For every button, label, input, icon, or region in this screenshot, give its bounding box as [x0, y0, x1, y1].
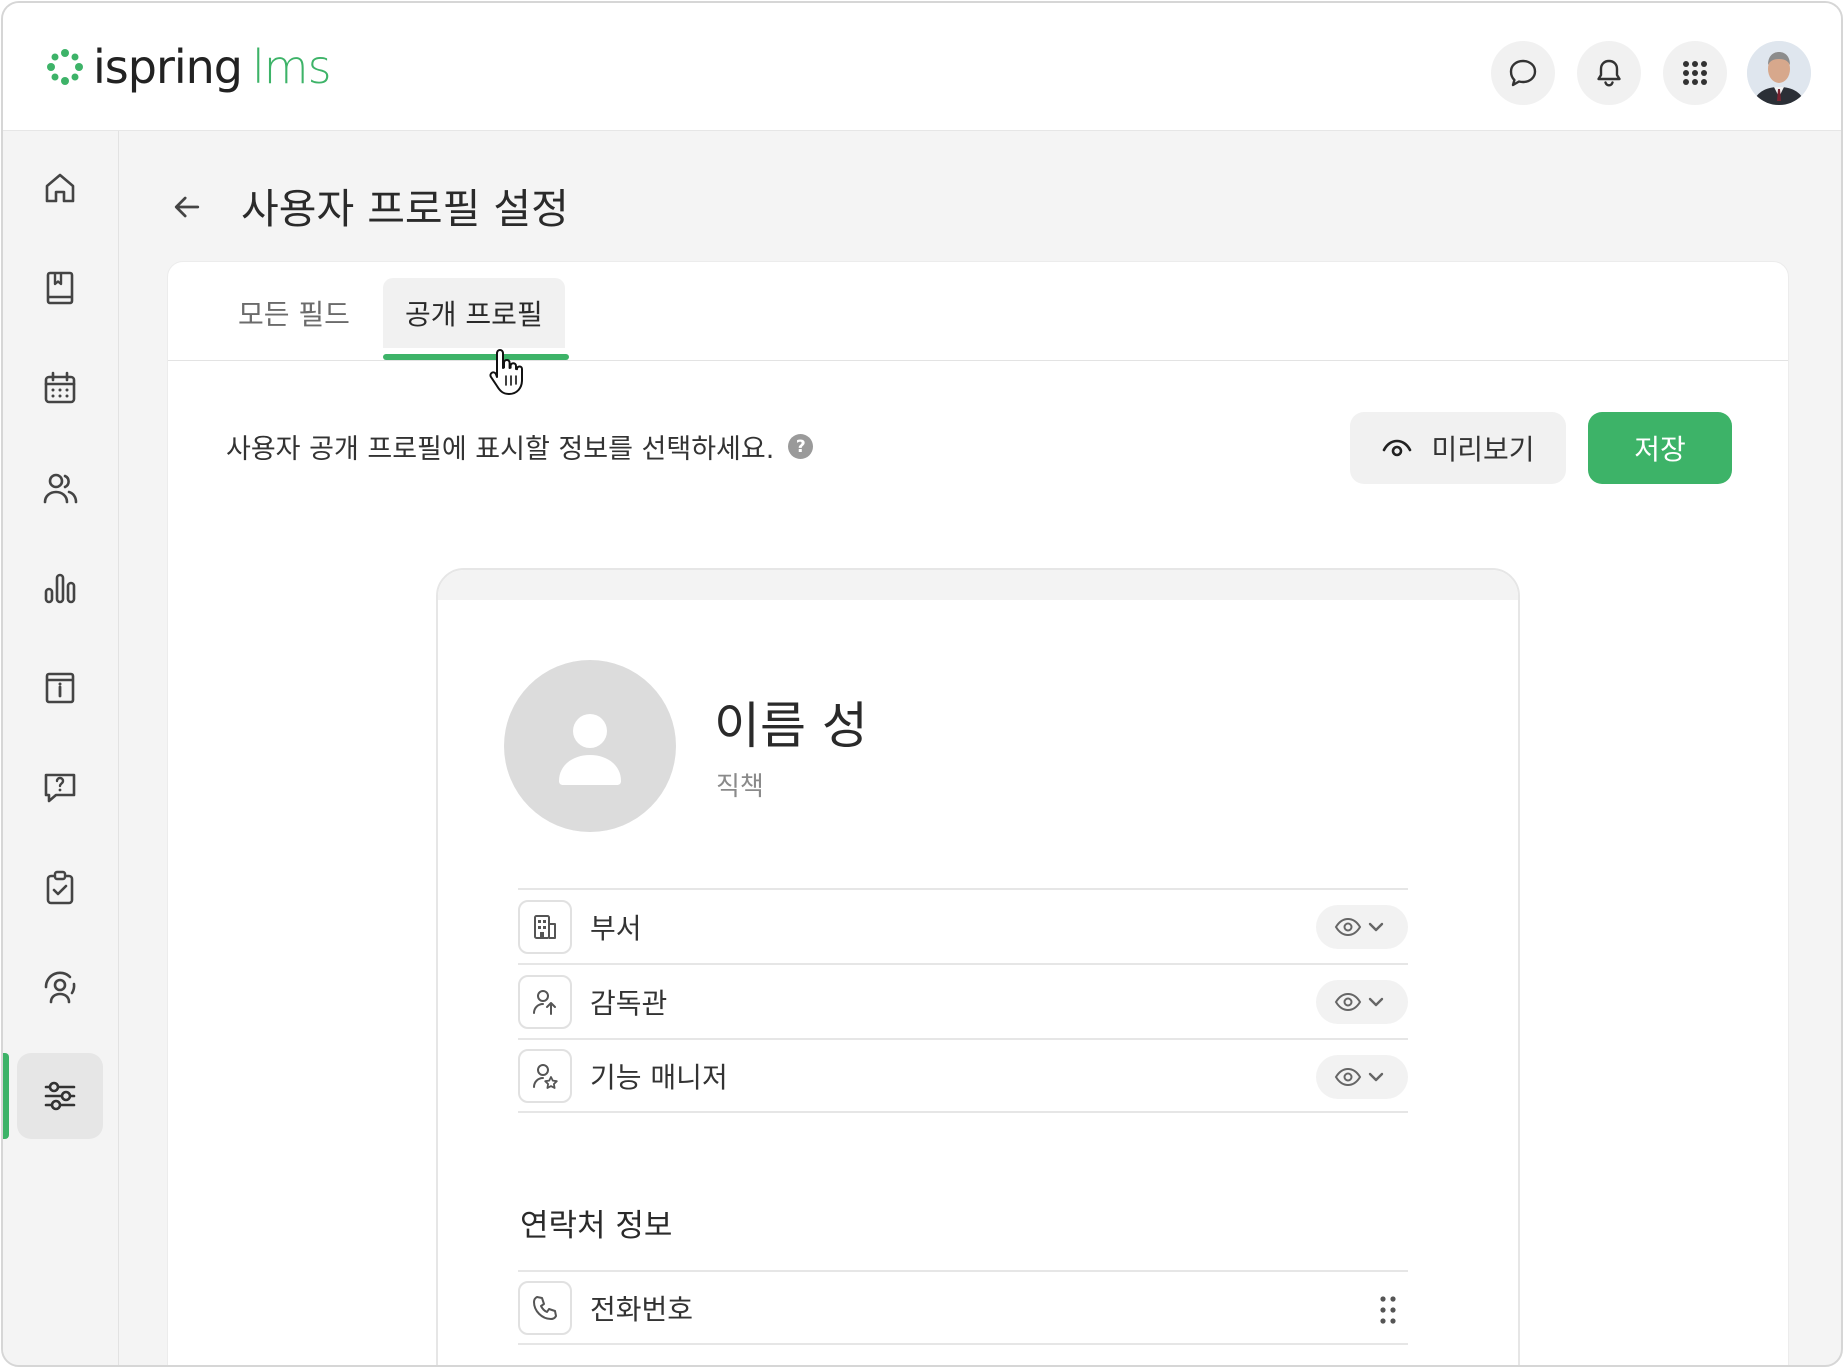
- hand-cursor-icon: [489, 349, 523, 395]
- chevron-down-icon: [1368, 997, 1384, 1007]
- user-cycle-icon: [39, 967, 81, 1004]
- tab-all-fields[interactable]: 모든 필드: [216, 278, 372, 348]
- eye-icon: [1383, 439, 1412, 457]
- sidebar-item-assignments[interactable]: [17, 845, 103, 931]
- field-label: 부서: [590, 911, 642, 945]
- notifications-button[interactable]: [1577, 41, 1641, 105]
- logo[interactable]: ispring lms: [45, 40, 332, 94]
- profile-name: 이름 성: [714, 697, 868, 755]
- eye-icon: [1334, 992, 1362, 1012]
- calendar-icon: [44, 371, 76, 404]
- apps-button[interactable]: [1663, 41, 1727, 105]
- field-icon-box: [518, 974, 572, 1029]
- sidebar-item-reports[interactable]: [17, 545, 103, 631]
- drag-handle-icon[interactable]: [1378, 1294, 1398, 1326]
- visibility-dropdown[interactable]: [1316, 1055, 1408, 1099]
- manager-star-icon: [533, 1063, 558, 1089]
- book-icon: [46, 271, 74, 305]
- eye-icon: [1334, 1067, 1362, 1087]
- field-icon-box: [518, 1048, 572, 1103]
- profile-avatar: [504, 660, 676, 832]
- contact-section-title: 연락처 정보: [520, 1208, 673, 1244]
- clipboard-check-icon: [46, 870, 74, 905]
- brand-name: ispring: [93, 40, 243, 94]
- preview-header-strip: [438, 570, 1518, 600]
- visibility-dropdown[interactable]: [1316, 905, 1408, 949]
- sidebar-item-settings[interactable]: [17, 1053, 103, 1139]
- sidebar-item-courses[interactable]: [17, 245, 103, 331]
- settings-card: 모든 필드 공개 프로필 사용자 공개 프로필에 표시할 정보를 선택하세요. …: [167, 261, 1789, 1365]
- chevron-down-icon: [1368, 922, 1384, 932]
- top-header: ispring lms: [3, 3, 1841, 131]
- user-avatar[interactable]: [1747, 41, 1811, 105]
- sidebar-item-people[interactable]: [17, 945, 103, 1031]
- sidebar-item-users[interactable]: [17, 445, 103, 531]
- sidebar-item-qa[interactable]: [17, 745, 103, 831]
- active-tab-underline: [383, 354, 569, 360]
- building-icon: [534, 914, 556, 939]
- page-title: 사용자 프로필 설정: [241, 185, 569, 233]
- field-row-supervisor[interactable]: 감독관: [518, 963, 1408, 1038]
- back-button[interactable]: [163, 183, 211, 231]
- description-text: 사용자 공개 프로필에 표시할 정보를 선택하세요.: [226, 434, 775, 465]
- home-icon: [45, 173, 75, 203]
- arrow-left-icon: [174, 196, 200, 218]
- field-icon-box: [518, 1280, 572, 1335]
- field-label: 감독관: [590, 986, 668, 1020]
- field-label: 기능 매니저: [590, 1060, 728, 1094]
- tab-bar: 모든 필드 공개 프로필: [168, 262, 1788, 395]
- sliders-icon: [44, 1081, 76, 1111]
- field-row-department[interactable]: 부서: [518, 888, 1408, 963]
- field-row-phone[interactable]: 전화번호: [518, 1270, 1408, 1345]
- user-photo-icon: [1747, 41, 1811, 105]
- tab-public-profile[interactable]: 공개 프로필: [383, 278, 565, 348]
- field-icon-box: [518, 899, 572, 954]
- sidebar: [3, 131, 119, 1365]
- person-placeholder-icon: [559, 714, 621, 785]
- profile-job-title: 직책: [716, 772, 764, 802]
- apps-grid-icon: [1683, 61, 1707, 85]
- eye-icon: [1334, 917, 1362, 937]
- phone-icon: [533, 1295, 557, 1320]
- chevron-down-icon: [1368, 1072, 1384, 1082]
- save-button[interactable]: 저장: [1588, 412, 1732, 484]
- sidebar-item-home[interactable]: [17, 145, 103, 231]
- field-label: 전화번호: [590, 1292, 694, 1326]
- sidebar-item-calendar[interactable]: [17, 345, 103, 431]
- info-archive-icon: [45, 672, 75, 704]
- help-icon[interactable]: ?: [788, 434, 814, 459]
- active-indicator: [3, 1053, 9, 1139]
- field-row-functional-manager[interactable]: 기능 매니저: [518, 1038, 1408, 1113]
- visibility-dropdown[interactable]: [1316, 980, 1408, 1024]
- chat-button[interactable]: [1491, 41, 1555, 105]
- preview-button[interactable]: 미리보기: [1350, 412, 1566, 484]
- question-chat-icon: [44, 773, 76, 803]
- preview-button-label: 미리보기: [1431, 433, 1535, 466]
- app-window: ispring lms 사용자 프로필 설정 모든 필드 공개 프로필 사용자 …: [1, 1, 1843, 1367]
- users-icon: [43, 473, 78, 504]
- sidebar-item-info[interactable]: [17, 645, 103, 731]
- ispring-logo-icon: [47, 49, 83, 85]
- bar-chart-icon: [44, 573, 76, 604]
- description-row: 사용자 공개 프로필에 표시할 정보를 선택하세요. ?: [226, 427, 814, 466]
- profile-preview: 이름 성 직책 부서 감독관 기능 매니저 연락처 정보 전화번호: [436, 568, 1520, 1365]
- chat-icon: [1509, 59, 1537, 87]
- bell-icon: [1597, 59, 1621, 87]
- supervisor-icon: [533, 989, 556, 1015]
- brand-accent: lms: [252, 40, 332, 94]
